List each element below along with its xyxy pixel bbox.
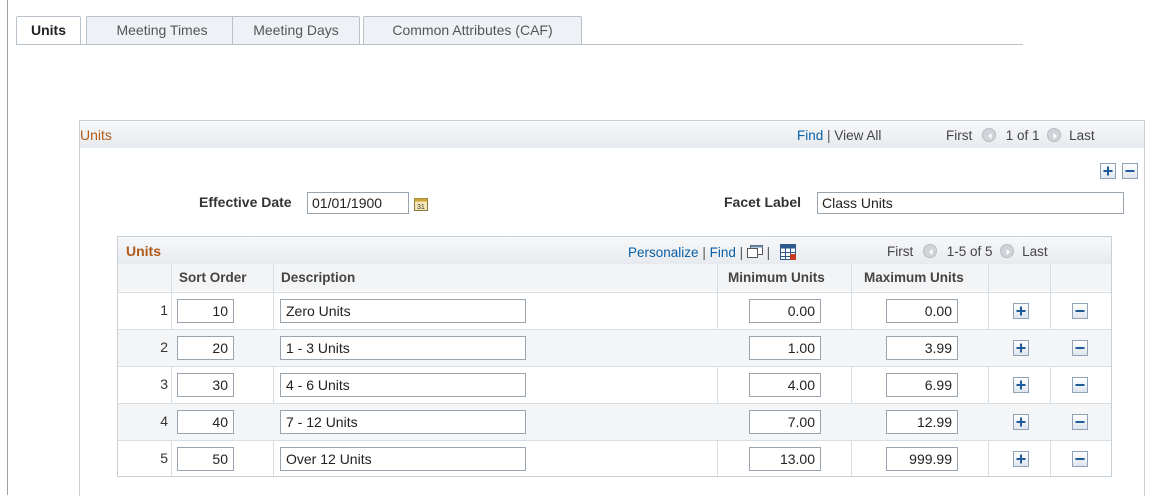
new-window-icon[interactable] bbox=[746, 245, 763, 258]
description-input[interactable]: Zero Units bbox=[280, 299, 526, 323]
plus-icon bbox=[1016, 417, 1026, 427]
add-row-button[interactable] bbox=[1013, 451, 1029, 467]
add-row-button[interactable] bbox=[1013, 377, 1029, 393]
row-number: 4 bbox=[160, 413, 168, 429]
last-link[interactable]: Last bbox=[1069, 128, 1095, 143]
delete-row-button[interactable] bbox=[1072, 377, 1088, 393]
svg-text:31: 31 bbox=[417, 204, 425, 211]
minimum-units-input[interactable]: 1.00 bbox=[749, 336, 821, 360]
first-link[interactable]: First bbox=[946, 128, 972, 143]
table-row: 5 50 Over 12 Units 13.00 999.99 bbox=[118, 440, 1111, 477]
description-input[interactable]: Over 12 Units bbox=[280, 447, 526, 471]
spreadsheet-icon[interactable] bbox=[779, 244, 796, 260]
grid-find-link[interactable]: Find bbox=[710, 245, 736, 260]
minus-icon bbox=[1075, 310, 1085, 312]
units-group-title: Units bbox=[80, 127, 112, 143]
row-number: 5 bbox=[160, 450, 168, 466]
separator: | bbox=[827, 128, 831, 143]
grid-page-count: 1-5 of 5 bbox=[946, 244, 993, 259]
minimum-units-input[interactable]: 7.00 bbox=[749, 410, 821, 434]
tab-common-attributes[interactable]: Common Attributes (CAF) bbox=[363, 16, 582, 44]
minus-icon bbox=[1075, 458, 1085, 460]
minus-icon bbox=[1075, 421, 1085, 423]
sort-order-input[interactable]: 20 bbox=[177, 336, 234, 360]
separator: | bbox=[739, 245, 744, 260]
minus-icon bbox=[1125, 170, 1135, 172]
units-grid: Units Personalize | Find | | First 1-5 o… bbox=[117, 236, 1112, 477]
page-count: 1 of 1 bbox=[1005, 128, 1040, 143]
description-input[interactable]: 1 - 3 Units bbox=[280, 336, 526, 360]
minus-icon bbox=[1075, 347, 1085, 349]
units-group-header: Units Find | View All First 1 of 1 Last bbox=[80, 121, 1144, 148]
delete-row-button[interactable] bbox=[1072, 303, 1088, 319]
plus-icon bbox=[1103, 166, 1113, 176]
row-number: 1 bbox=[160, 302, 168, 318]
maximum-units-input[interactable]: 3.99 bbox=[886, 336, 958, 360]
find-link[interactable]: Find bbox=[797, 128, 823, 143]
maximum-units-input[interactable]: 6.99 bbox=[886, 373, 958, 397]
sort-order-input[interactable]: 30 bbox=[177, 373, 234, 397]
facet-label-field[interactable]: Class Units bbox=[817, 192, 1124, 214]
right-arrow-icon[interactable] bbox=[1000, 244, 1015, 258]
delete-row-button[interactable] bbox=[1072, 414, 1088, 430]
separator: | bbox=[766, 245, 771, 260]
units-group-pager: First 1 of 1 Last bbox=[946, 128, 1095, 143]
right-arrow-icon[interactable] bbox=[1047, 128, 1062, 142]
tab-meeting-days[interactable]: Meeting Days bbox=[232, 16, 360, 44]
minus-icon bbox=[1075, 384, 1085, 386]
sort-order-input[interactable]: 50 bbox=[177, 447, 234, 471]
facet-label-label: Facet Label bbox=[724, 194, 802, 210]
personalize-link[interactable]: Personalize bbox=[628, 245, 699, 260]
add-row-button[interactable] bbox=[1100, 163, 1116, 179]
table-row: 2 20 1 - 3 Units 1.00 3.99 bbox=[118, 329, 1111, 366]
plus-icon bbox=[1016, 454, 1026, 464]
table-row: 3 30 4 - 6 Units 4.00 6.99 bbox=[118, 366, 1111, 403]
plus-icon bbox=[1016, 306, 1026, 316]
minimum-units-input[interactable]: 0.00 bbox=[749, 299, 821, 323]
sort-order-input[interactable]: 10 bbox=[177, 299, 234, 323]
left-border-line bbox=[7, 0, 8, 495]
column-header-maximum-units[interactable]: Maximum Units bbox=[864, 264, 964, 291]
row-number: 2 bbox=[160, 339, 168, 355]
delete-row-button[interactable] bbox=[1072, 451, 1088, 467]
column-header-description[interactable]: Description bbox=[281, 264, 355, 291]
effective-date-label: Effective Date bbox=[199, 194, 292, 210]
add-row-button[interactable] bbox=[1013, 303, 1029, 319]
plus-icon bbox=[1016, 380, 1026, 390]
grid-toolbar: Personalize | Find | | bbox=[628, 244, 796, 260]
table-row: 1 10 Zero Units 0.00 0.00 bbox=[118, 292, 1111, 329]
grid-first-link[interactable]: First bbox=[887, 244, 913, 259]
tab-units[interactable]: Units bbox=[16, 16, 81, 45]
minimum-units-input[interactable]: 4.00 bbox=[749, 373, 821, 397]
column-header-sort-order[interactable]: Sort Order bbox=[179, 264, 247, 291]
units-grid-title: Units bbox=[126, 243, 161, 259]
table-row: 4 40 7 - 12 Units 7.00 12.99 bbox=[118, 403, 1111, 440]
calendar-icon[interactable]: 31 bbox=[414, 197, 428, 211]
minimum-units-input[interactable]: 13.00 bbox=[749, 447, 821, 471]
grid-last-link[interactable]: Last bbox=[1022, 244, 1048, 259]
tab-meeting-times[interactable]: Meeting Times bbox=[86, 16, 238, 44]
grid-pager: First 1-5 of 5 Last bbox=[887, 244, 1048, 259]
maximum-units-input[interactable]: 12.99 bbox=[886, 410, 958, 434]
add-row-button[interactable] bbox=[1013, 340, 1029, 356]
units-grid-header: Units Personalize | Find | | First 1-5 o… bbox=[118, 237, 1111, 264]
tab-underline bbox=[16, 44, 1023, 45]
column-header-minimum-units[interactable]: Minimum Units bbox=[728, 264, 825, 291]
left-arrow-icon[interactable] bbox=[923, 244, 938, 258]
description-input[interactable]: 7 - 12 Units bbox=[280, 410, 526, 434]
left-arrow-icon[interactable] bbox=[982, 128, 997, 142]
effective-date-field[interactable]: 01/01/1900 bbox=[307, 192, 409, 214]
delete-row-button[interactable] bbox=[1122, 163, 1138, 179]
maximum-units-input[interactable]: 0.00 bbox=[886, 299, 958, 323]
separator: | bbox=[702, 245, 706, 260]
row-number: 3 bbox=[160, 376, 168, 392]
maximum-units-input[interactable]: 999.99 bbox=[886, 447, 958, 471]
add-row-button[interactable] bbox=[1013, 414, 1029, 430]
description-input[interactable]: 4 - 6 Units bbox=[280, 373, 526, 397]
units-group-nav: Find | View All bbox=[797, 128, 881, 143]
view-all-link[interactable]: View All bbox=[834, 128, 881, 143]
plus-icon bbox=[1016, 343, 1026, 353]
delete-row-button[interactable] bbox=[1072, 340, 1088, 356]
sort-order-input[interactable]: 40 bbox=[177, 410, 234, 434]
